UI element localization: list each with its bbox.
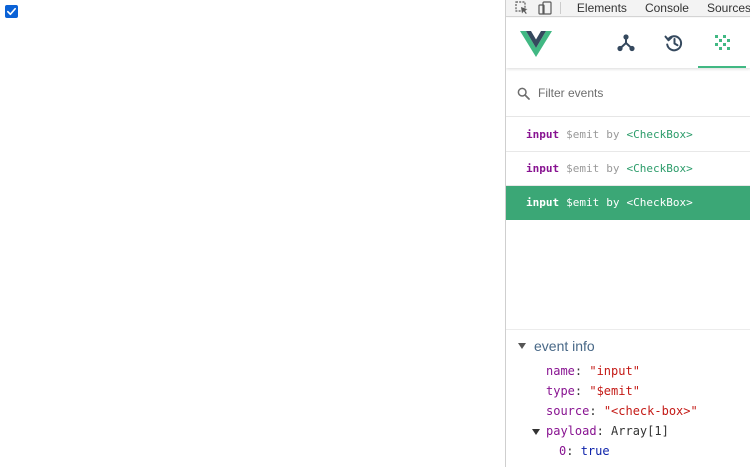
prop-payload-item: 0: true xyxy=(559,444,610,458)
event-by: by xyxy=(606,128,620,141)
page-checkbox[interactable] xyxy=(5,5,18,18)
event-source: <CheckBox> xyxy=(626,196,693,209)
prop-type: type: "$emit" xyxy=(546,384,640,398)
prop-value: Array[1] xyxy=(611,424,669,438)
history-icon xyxy=(664,35,683,52)
checkmark-icon xyxy=(7,7,16,16)
event-row[interactable]: input $emit by <CheckBox> xyxy=(506,152,750,186)
prop-value: true xyxy=(580,444,610,458)
event-name: input xyxy=(526,196,560,209)
prop-source: source: "<check-box>" xyxy=(546,404,698,418)
filter-bar xyxy=(506,70,750,117)
prop-payload[interactable]: payload: Array[1] xyxy=(532,424,669,438)
vuex-history-tab-button[interactable] xyxy=(650,18,698,68)
event-name: input xyxy=(526,162,560,175)
prop-key: type xyxy=(546,384,575,398)
page-viewport xyxy=(0,0,505,467)
event-row[interactable]: input $emit by <CheckBox> xyxy=(506,118,750,152)
event-name: input xyxy=(526,128,560,141)
devtools-tabbar: Elements Console Sources xyxy=(506,0,750,17)
event-info-panel: event info name: "input" type: "$emit" s… xyxy=(506,329,750,467)
event-info-title: event info xyxy=(534,338,595,354)
components-icon xyxy=(617,34,635,52)
prop-key: payload xyxy=(546,424,597,438)
screen: Elements Console Sources Filter events i… xyxy=(0,0,750,467)
event-source: <CheckBox> xyxy=(626,128,693,141)
vue-logo-icon xyxy=(520,31,552,57)
tabbar-separator xyxy=(560,2,561,14)
tab-sources[interactable]: Sources xyxy=(707,1,750,15)
components-tab-button[interactable] xyxy=(602,18,650,68)
prop-value: "$emit" xyxy=(589,384,640,398)
prop-name: name: "input" xyxy=(546,364,640,378)
search-icon xyxy=(516,86,530,100)
inspect-element-icon[interactable] xyxy=(515,1,529,15)
event-type: $emit xyxy=(566,128,600,141)
event-by: by xyxy=(606,196,620,209)
event-source: <CheckBox> xyxy=(626,162,693,175)
event-by: by xyxy=(606,162,620,175)
collapse-arrow-icon xyxy=(518,343,526,349)
prop-key: source xyxy=(546,404,590,418)
tab-console[interactable]: Console xyxy=(645,1,689,15)
events-tab-button[interactable] xyxy=(698,18,746,68)
filter-events-input[interactable] xyxy=(538,86,738,100)
event-row-selected[interactable]: input $emit by <CheckBox> xyxy=(506,186,750,220)
event-type: $emit xyxy=(566,196,600,209)
expand-arrow-icon[interactable] xyxy=(532,429,540,435)
prop-value: "input" xyxy=(589,364,640,378)
vue-devtools-header xyxy=(506,18,750,68)
event-info-toggle[interactable]: event info xyxy=(518,338,595,354)
prop-value: "<check-box>" xyxy=(603,404,698,418)
events-list: input $emit by <CheckBox> input $emit by… xyxy=(506,118,750,220)
tab-elements[interactable]: Elements xyxy=(577,1,627,15)
prop-key: name xyxy=(546,364,575,378)
device-toolbar-icon[interactable] xyxy=(538,1,552,15)
devtools-panel: Elements Console Sources Filter events i… xyxy=(505,0,750,467)
events-icon xyxy=(715,35,730,50)
event-type: $emit xyxy=(566,162,600,175)
